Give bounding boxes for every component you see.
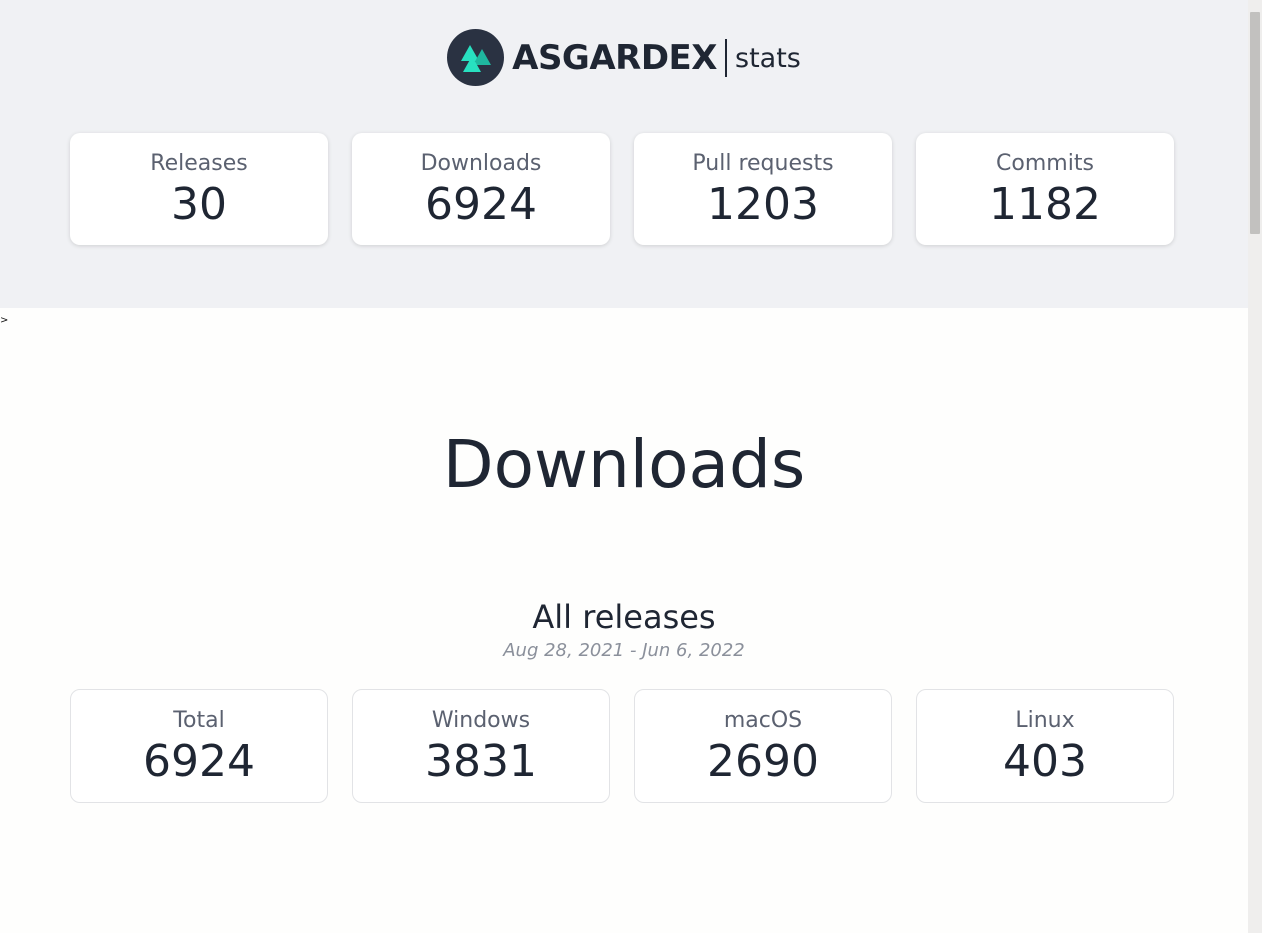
platform-card-total: Total 6924 [70,689,328,803]
platform-value: 2690 [707,736,819,787]
platform-value: 403 [1003,736,1087,787]
date-range: Aug 28, 2021 - Jun 6, 2022 [503,640,745,661]
platform-value: 3831 [425,736,537,787]
platform-value: 6924 [143,736,255,787]
stat-label: Pull requests [692,151,834,176]
downloads-heading: Downloads [442,426,806,503]
platform-card-windows: Windows 3831 [352,689,610,803]
stat-value: 6924 [425,179,537,230]
platform-label: macOS [723,708,803,733]
stat-card-downloads: Downloads 6924 [352,133,610,245]
stat-value: 1182 [989,179,1101,230]
stat-label: Releases [150,151,248,176]
stat-card-commits: Commits 1182 [916,133,1174,245]
platform-label: Total [173,708,225,733]
vertical-scrollbar[interactable] [1248,0,1262,933]
text-cursor-glyph: > [0,315,9,326]
all-releases-heading: All releases [532,598,716,636]
asgardex-logo-icon [447,29,505,86]
stat-label: Downloads [420,151,542,176]
platform-card-macos: macOS 2690 [634,689,892,803]
stat-label: Commits [996,151,1094,176]
header-band: ASGARDEX stats Releases 30 Downloads 692… [0,0,1248,308]
platform-label: Linux [1015,708,1075,733]
stat-value: 30 [171,179,227,230]
scrollbar-thumb[interactable] [1250,12,1260,234]
stat-card-releases: Releases 30 [70,133,328,245]
platform-label: Windows [431,708,531,733]
download-platform-cards: Total 6924 Windows 3831 macOS 2690 Linux… [70,689,1174,803]
brand-divider [725,38,727,77]
summary-cards: Releases 30 Downloads 6924 Pull requests… [70,133,1174,245]
platform-card-linux: Linux 403 [916,689,1174,803]
brand-suffix: stats [735,43,801,74]
stat-value: 1203 [707,179,819,230]
brand-name: ASGARDEX [512,37,717,78]
stat-card-pull-requests: Pull requests 1203 [634,133,892,245]
brand-logo[interactable]: ASGARDEX stats [0,29,1248,86]
page: ASGARDEX stats Releases 30 Downloads 692… [0,0,1248,933]
